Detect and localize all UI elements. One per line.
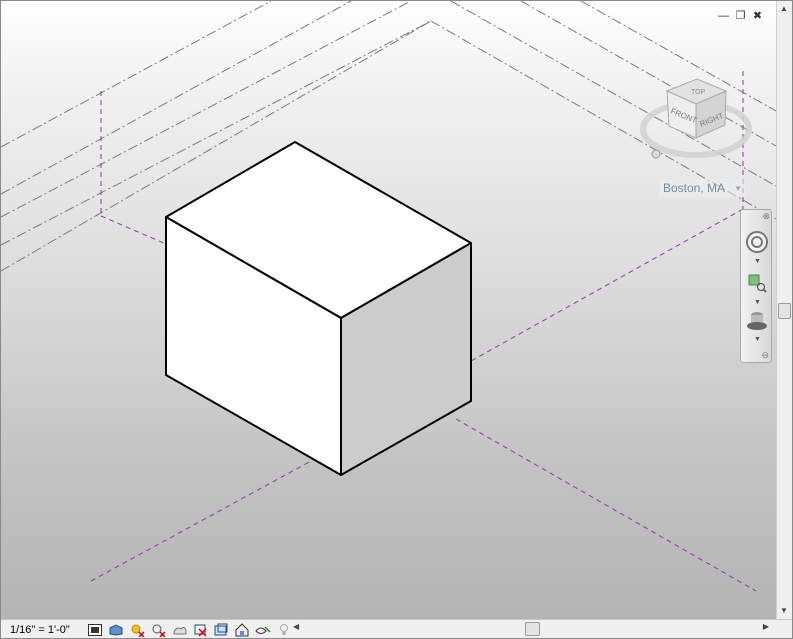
zoom-icon[interactable]	[748, 274, 768, 294]
sun-path-icon[interactable]	[128, 622, 146, 637]
location-selector[interactable]: Boston, MA ▼	[659, 179, 745, 197]
visual-style-icon[interactable]	[107, 622, 125, 637]
chevron-down-icon[interactable]: ▼	[754, 258, 761, 265]
scroll-up-icon[interactable]: ▲	[780, 4, 788, 13]
navigation-bar: ⊗ ▼ ▼ ▼ ⊖	[740, 209, 772, 363]
chevron-down-icon[interactable]: ▼	[754, 299, 761, 306]
crop-view-icon[interactable]	[191, 622, 209, 637]
close-button[interactable]: ✖	[751, 9, 764, 22]
chevron-down-icon[interactable]: ▼	[754, 336, 761, 343]
orbit-icon[interactable]	[746, 309, 768, 333]
render-icon[interactable]	[170, 622, 188, 637]
detail-level-icon[interactable]	[86, 622, 104, 637]
shadows-icon[interactable]	[149, 622, 167, 637]
show-crop-icon[interactable]	[212, 622, 230, 637]
scroll-thumb[interactable]	[778, 303, 791, 319]
vertical-scrollbar[interactable]: ▲ ▼	[776, 1, 792, 619]
window-controls: — ❐ ✖	[717, 9, 764, 23]
scroll-down-icon[interactable]: ▼	[780, 606, 788, 615]
scroll-left-icon[interactable]: ◀	[293, 622, 299, 631]
minimize-button[interactable]: —	[717, 9, 730, 22]
analysis-display-icon[interactable]	[275, 622, 293, 637]
chevron-down-icon[interactable]: ▼	[734, 184, 742, 193]
scroll-thumb[interactable]	[525, 622, 540, 636]
level-line	[455, 418, 757, 592]
restore-button[interactable]: ❐	[734, 9, 747, 22]
scroll-right-icon[interactable]: ▶	[763, 622, 769, 631]
3d-viewport[interactable]: — ❐ ✖ TOP FRONT RIGHT Boston, MA ▼ ⊗ ▼ ▼…	[1, 1, 776, 619]
level-line	[90, 460, 312, 582]
3d-view-window: — ❐ ✖ TOP FRONT RIGHT Boston, MA ▼ ⊗ ▼ ▼…	[0, 0, 793, 639]
viewcube-top-label: TOP	[691, 89, 706, 96]
view-scale[interactable]: 1/16" = 1'-0"	[1, 624, 80, 636]
box-model[interactable]	[165, 141, 472, 476]
level-line	[100, 215, 167, 245]
viewcube[interactable]: TOP FRONT RIGHT	[639, 71, 757, 171]
reveal-hidden-icon[interactable]	[254, 622, 272, 637]
options-icon[interactable]: ⊖	[761, 350, 769, 361]
home-icon[interactable]	[651, 149, 661, 159]
horizontal-scrollbar[interactable]: ◀ ▶	[293, 621, 773, 637]
close-icon[interactable]: ⊗	[762, 211, 770, 222]
view-control-bar: 1/16" = 1'-0" ◀ ▶	[1, 619, 792, 638]
level-line	[470, 208, 744, 362]
steering-wheel-icon[interactable]	[745, 230, 769, 254]
view-control-icons	[86, 622, 293, 637]
temporary-hide-icon[interactable]	[233, 622, 251, 637]
location-label: Boston, MA	[663, 181, 726, 195]
